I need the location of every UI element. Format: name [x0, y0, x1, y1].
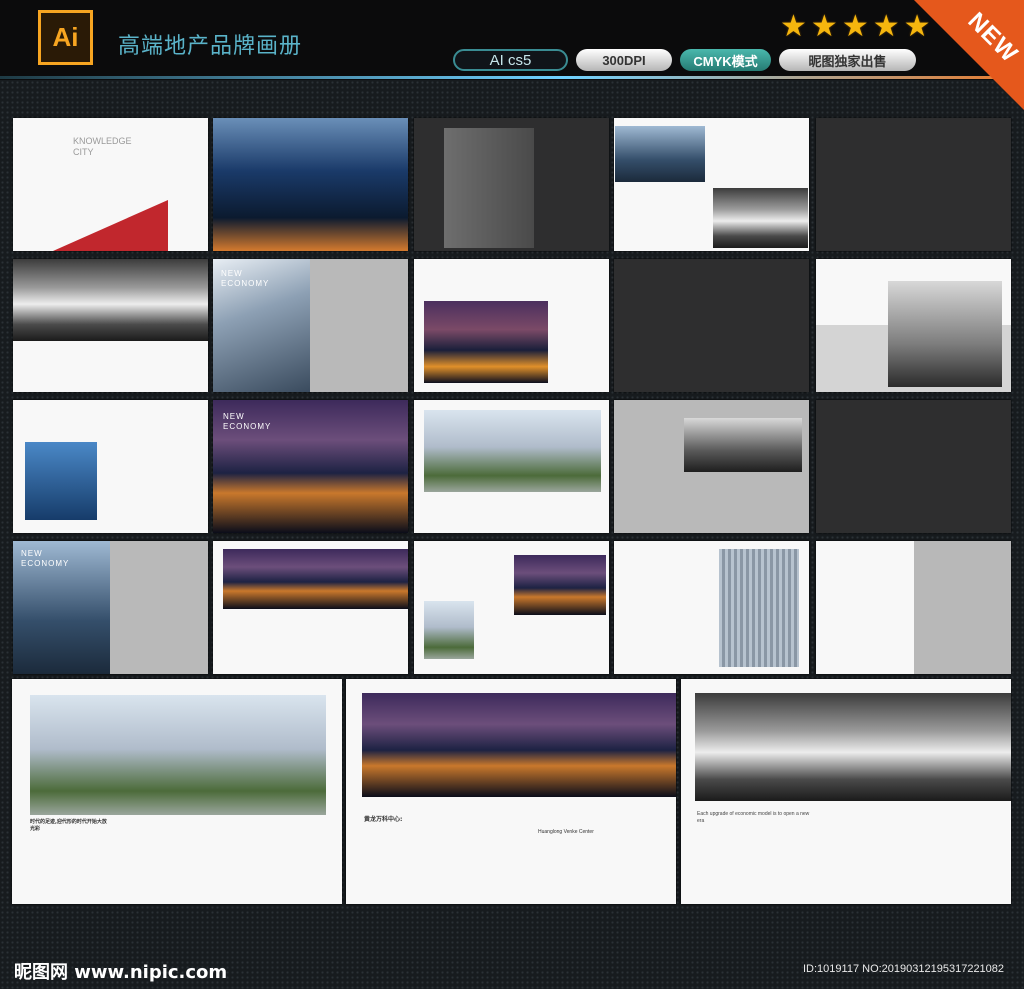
page-thumbnail-14[interactable]	[614, 400, 809, 533]
spread-heading: 黄龙万科中心:	[364, 816, 403, 823]
ai-version-badge: AI cs5	[453, 49, 568, 71]
city-photo	[713, 188, 808, 248]
header-divider	[0, 76, 1024, 79]
spread-caption: 时代的足迹,迎代形的时代开始大放光彩	[30, 819, 107, 832]
page-thumbnail-9[interactable]	[614, 259, 809, 392]
city-photo	[615, 126, 705, 182]
page-thumbnail-2[interactable]	[213, 118, 408, 251]
office-photo	[25, 442, 97, 520]
page-thumbnail-15[interactable]	[816, 400, 1011, 533]
page-thumbnail-8[interactable]	[414, 259, 609, 392]
highway-photo	[514, 555, 606, 615]
cloud-city-photo	[695, 693, 1011, 801]
product-title: 高端地产品牌画册	[118, 34, 303, 59]
rating-stars: ★ ★ ★ ★ ★	[780, 12, 931, 42]
spread-heading: Each upgrade of economic model is to ope…	[697, 811, 810, 824]
page-thumbnail-18[interactable]	[414, 541, 609, 674]
spread-title: NEW ECONOMY	[21, 549, 70, 568]
page-thumbnail-13[interactable]	[414, 400, 609, 533]
page-thumbnail-3[interactable]	[414, 118, 609, 251]
sky-photo	[13, 259, 208, 341]
street-photo	[424, 410, 601, 492]
night-city-photo	[424, 301, 548, 383]
color-mode-badge: CMYK模式	[680, 49, 771, 71]
illustrator-logo: Ai	[38, 10, 93, 65]
building-shape	[444, 128, 534, 248]
star-icon: ★	[841, 9, 869, 44]
building-photo	[424, 601, 474, 659]
exclusive-badge: 昵图独家出售	[779, 49, 916, 71]
page-thumbnail-4[interactable]	[614, 118, 809, 251]
page-thumbnail-5[interactable]	[816, 118, 1011, 251]
spread-subheading: Huanglong Venke Center	[538, 829, 594, 835]
page-thumbnail-17[interactable]	[213, 541, 408, 674]
spread-2[interactable]: 黄龙万科中心: Huanglong Venke Center	[346, 679, 676, 904]
star-icon: ★	[780, 9, 807, 44]
red-triangle	[53, 200, 168, 251]
nipic-watermark: 昵图网 www.nipic.com	[14, 962, 228, 983]
page-thumbnail-11[interactable]	[13, 400, 208, 533]
dpi-badge: 300DPI	[576, 49, 672, 71]
page-thumbnail-6[interactable]	[13, 259, 208, 392]
street-photo	[30, 695, 326, 815]
page-thumbnail-20[interactable]	[816, 541, 1011, 674]
page-thumbnail-10[interactable]	[816, 259, 1011, 392]
spread-title: NEW ECONOMY	[221, 269, 270, 288]
grey-panel	[914, 541, 1011, 674]
star-icon: ★	[810, 9, 838, 44]
page-thumbnail-19[interactable]	[614, 541, 809, 674]
skyline-photo	[684, 418, 802, 472]
spread-1[interactable]: 时代的足迹,迎代形的时代开始大放光彩	[12, 679, 342, 904]
spread-3[interactable]: Each upgrade of economic model is to ope…	[681, 679, 1011, 904]
image-id: ID:1019117 NO:20190312195317221082	[803, 963, 1005, 975]
page-thumbnail-12[interactable]: NEW ECONOMY	[213, 400, 408, 533]
page-thumbnail-16[interactable]: NEW ECONOMY	[13, 541, 208, 674]
star-icon: ★	[872, 9, 900, 44]
cover-title: KNOWLEDGE CITY	[73, 136, 132, 157]
page-thumbnail-7[interactable]: NEW ECONOMY	[213, 259, 408, 392]
river-night-photo	[223, 549, 408, 609]
building-photo	[888, 281, 1002, 387]
page-thumbnail-1[interactable]: KNOWLEDGE CITY	[13, 118, 208, 251]
tower-photo	[719, 549, 799, 667]
spread-title: NEW ECONOMY	[223, 412, 272, 431]
river-night-photo	[362, 693, 676, 797]
